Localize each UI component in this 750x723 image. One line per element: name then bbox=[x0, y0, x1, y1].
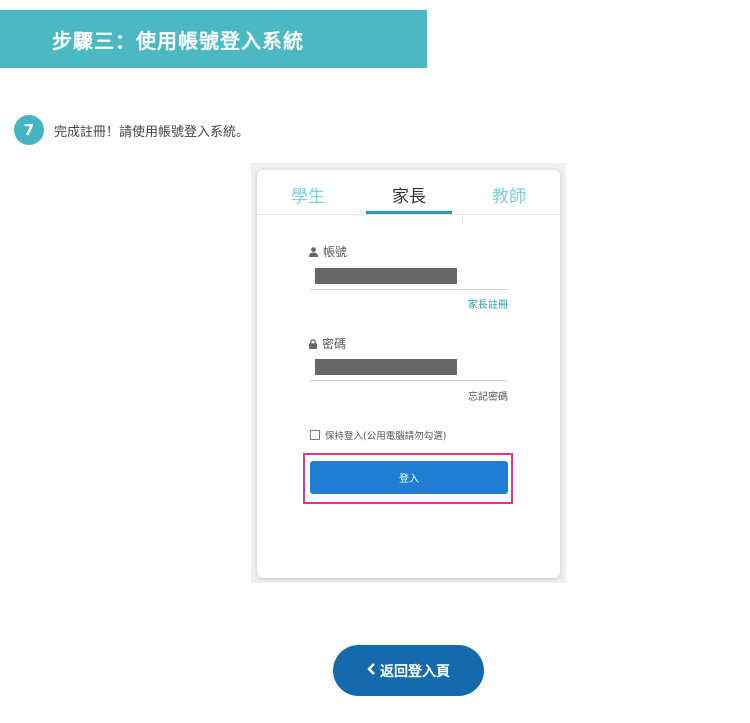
remember-checkbox[interactable] bbox=[310, 430, 320, 440]
back-button-label: 返回登入頁 bbox=[380, 663, 450, 680]
tab-student[interactable]: 學生 bbox=[291, 182, 325, 207]
parent-register-link[interactable]: 家長註冊 bbox=[468, 296, 508, 311]
back-to-login-button[interactable]: 返回登入頁 bbox=[333, 645, 484, 696]
step-instruction: 7 完成註冊！請使用帳號登入系統。 bbox=[14, 115, 249, 145]
tab-teacher[interactable]: 教師 bbox=[492, 182, 526, 207]
lock-icon bbox=[309, 338, 317, 349]
account-underline bbox=[310, 289, 508, 290]
step-text: 完成註冊！請使用帳號登入系統。 bbox=[54, 124, 250, 140]
account-field[interactable] bbox=[315, 268, 457, 284]
user-icon bbox=[309, 246, 318, 257]
login-button[interactable]: 登入 bbox=[310, 461, 508, 494]
banner-title: 步驟三：使用帳號登入系統 bbox=[52, 28, 304, 53]
password-underline bbox=[310, 380, 508, 381]
password-label: 密碼 bbox=[322, 337, 347, 351]
account-label: 帳號 bbox=[323, 245, 348, 259]
tab-divider bbox=[462, 214, 463, 224]
tab-parent[interactable]: 家長 bbox=[392, 182, 426, 207]
step-number-badge: 7 bbox=[14, 115, 44, 145]
password-field[interactable] bbox=[315, 359, 457, 375]
login-screenshot: 學生 家長 教師 帳號 家長註冊 密碼 忘記密碼 保持登入(公用電腦請勿勾選) … bbox=[251, 163, 566, 583]
chevron-left-icon bbox=[367, 662, 376, 679]
login-card: 學生 家長 教師 帳號 家長註冊 密碼 忘記密碼 保持登入(公用電腦請勿勾選) … bbox=[257, 170, 560, 578]
remember-login[interactable]: 保持登入(公用電腦請勿勾選) bbox=[310, 428, 446, 442]
remember-label: 保持登入(公用電腦請勿勾選) bbox=[325, 431, 447, 442]
account-label-row: 帳號 bbox=[309, 243, 347, 260]
active-tab-indicator bbox=[366, 211, 452, 214]
forgot-password-link[interactable]: 忘記密碼 bbox=[468, 388, 508, 403]
password-label-row: 密碼 bbox=[309, 335, 346, 352]
step-banner: 步驟三：使用帳號登入系統 bbox=[0, 10, 427, 68]
role-tabs: 學生 家長 教師 bbox=[257, 170, 560, 215]
